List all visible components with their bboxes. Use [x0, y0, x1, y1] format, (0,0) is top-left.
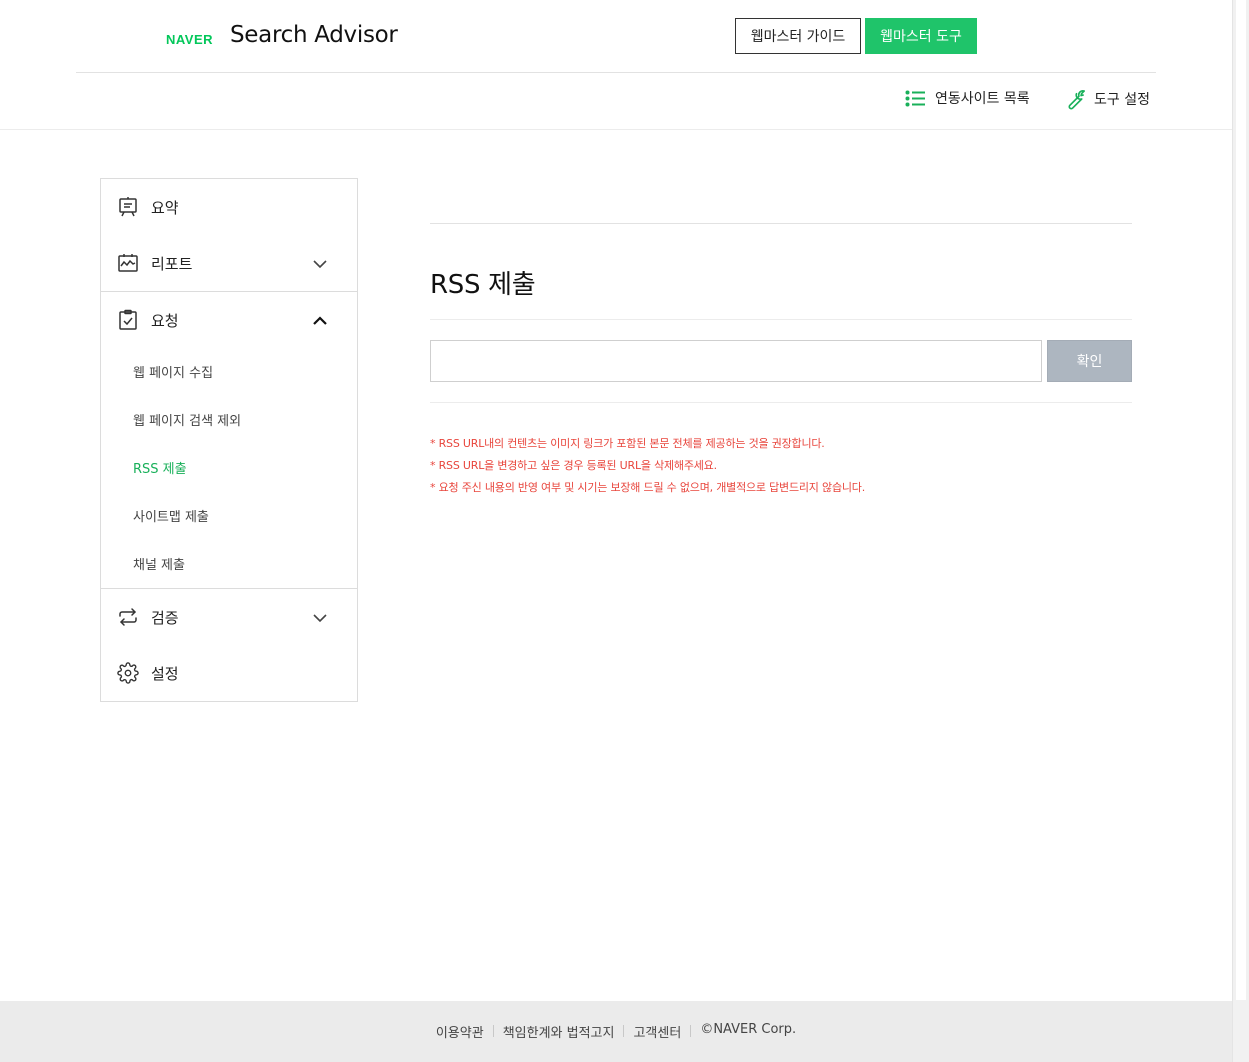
footer-links: 이용약관 책임한계와 법적고지 고객센터 ©NAVER Corp. — [0, 1022, 1232, 1041]
wrench-icon — [1068, 89, 1085, 110]
tool-settings-label: 도구 설정 — [1094, 92, 1150, 108]
sidebar-item-label: 리포트 — [151, 255, 193, 273]
sidebar-subitem-web-page-collect[interactable]: 웹 페이지 수집 — [133, 362, 213, 381]
notice-text: * 요청 주신 내용의 반영 여부 및 시기는 보장해 드릴 수 없으며, 개별… — [430, 481, 866, 494]
linked-sites-link[interactable]: 연동사이트 목록 — [905, 88, 1030, 108]
naver-logo[interactable]: NAVER — [166, 32, 213, 47]
header: NAVER Search Advisor 웹마스터 가이드 웹마스터 도구 연동… — [0, 0, 1232, 130]
sidebar-item-label: 검증 — [151, 609, 179, 627]
repeat-arrows-icon — [119, 608, 137, 626]
header-divider — [76, 72, 1156, 73]
page: NAVER Search Advisor 웹마스터 가이드 웹마스터 도구 연동… — [0, 0, 1232, 1062]
footer-link-legal[interactable]: 책임한계와 법적고지 — [503, 1022, 615, 1041]
footer-separator — [690, 1025, 692, 1037]
linked-sites-label: 연동사이트 목록 — [935, 91, 1030, 107]
chevron-down-icon[interactable] — [311, 609, 329, 627]
content-divider — [430, 223, 1132, 224]
footer: 이용약관 책임한계와 법적고지 고객센터 ©NAVER Corp. — [0, 1001, 1232, 1062]
content-divider — [430, 402, 1132, 403]
content-divider — [430, 319, 1132, 320]
webmaster-tool-button[interactable]: 웹마스터 도구 — [865, 18, 977, 54]
report-chart-icon — [118, 254, 138, 272]
sidebar-subitem-sitemap-submit[interactable]: 사이트맵 제출 — [133, 506, 209, 525]
sidebar-item-summary[interactable]: 요약 — [101, 179, 357, 235]
notice-text: * RSS URL을 변경하고 싶은 경우 등록된 URL을 삭제해주세요. — [430, 459, 717, 472]
footer-link-terms[interactable]: 이용약관 — [436, 1022, 484, 1041]
sidebar-item-request[interactable]: 요청 — [101, 292, 357, 348]
footer-separator — [623, 1025, 625, 1037]
sidebar-item-label: 설정 — [151, 665, 179, 683]
rss-url-input[interactable] — [430, 340, 1042, 382]
confirm-button[interactable]: 확인 — [1047, 340, 1132, 382]
list-icon — [905, 90, 925, 106]
footer-separator — [492, 1025, 494, 1037]
sidebar-item-settings[interactable]: 설정 — [101, 645, 357, 701]
scrollbar-thumb[interactable] — [1236, 0, 1246, 1000]
notice-text: * RSS URL내의 컨텐츠는 이미지 링크가 포함된 본문 전체를 제공하는… — [430, 437, 825, 450]
vertical-scrollbar[interactable] — [1232, 0, 1249, 1062]
product-name[interactable]: Search Advisor — [230, 22, 398, 48]
summary-board-icon — [119, 197, 137, 217]
sidebar-subitem-channel-submit[interactable]: 채널 제출 — [133, 554, 185, 573]
page-title: RSS 제출 — [430, 270, 536, 300]
chevron-up-icon[interactable] — [311, 312, 329, 330]
tool-settings-link[interactable]: 도구 설정 — [1063, 88, 1150, 110]
sidebar-item-label: 요약 — [151, 199, 179, 217]
clipboard-check-icon — [119, 309, 137, 330]
footer-link-support[interactable]: 고객센터 — [633, 1022, 681, 1041]
sidebar: 요약 리포트 요청 웹 페이지 수집 웹 페이지 검색 제외 RSS 제출 사이… — [100, 178, 358, 702]
sidebar-item-label: 요청 — [151, 312, 179, 330]
sidebar-item-report[interactable]: 리포트 — [101, 235, 357, 291]
sidebar-item-verify[interactable]: 검증 — [101, 589, 357, 645]
gear-icon — [117, 662, 139, 684]
sidebar-subitem-web-page-exclude[interactable]: 웹 페이지 검색 제외 — [133, 410, 241, 429]
sidebar-subitem-rss-submit[interactable]: RSS 제출 — [133, 458, 187, 477]
footer-copyright: ©NAVER Corp. — [700, 1022, 797, 1037]
webmaster-guide-button[interactable]: 웹마스터 가이드 — [735, 18, 861, 54]
chevron-down-icon[interactable] — [311, 255, 329, 273]
